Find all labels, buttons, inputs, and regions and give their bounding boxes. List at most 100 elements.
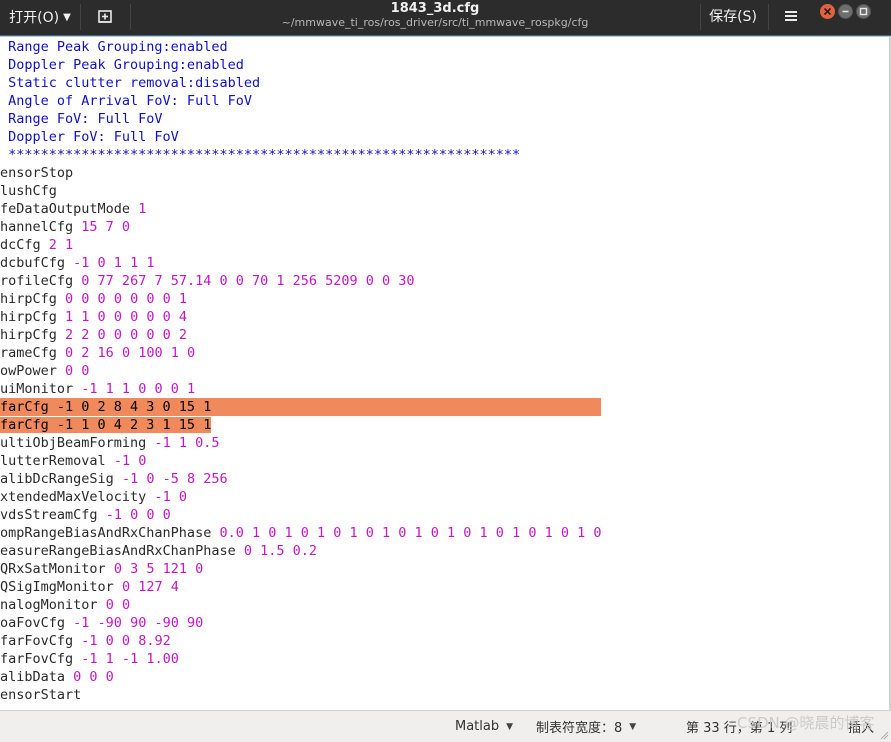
code-line: lushCfg xyxy=(0,182,601,200)
command-name: lutterRemoval xyxy=(0,453,106,469)
command-name: farFovCfg xyxy=(0,651,74,667)
command-name: easureRangeBiasAndRxChanPhase xyxy=(0,543,236,559)
maximize-button[interactable] xyxy=(856,4,871,19)
command-name: dcbufCfg xyxy=(0,255,66,271)
open-button-label: 打开(O) xyxy=(9,10,60,26)
code-line: alibDcRangeSig -1 0 -5 8 256 xyxy=(0,470,601,488)
command-name: dcCfg xyxy=(0,237,41,253)
command-args: 1 1 0 0 0 0 0 4 xyxy=(65,309,187,325)
command-name: hirpCfg xyxy=(0,291,57,307)
command-name: rofileCfg xyxy=(0,273,74,289)
code-line: QRxSatMonitor 0 3 5 121 0 xyxy=(0,560,601,578)
code-line: ensorStart xyxy=(0,686,601,704)
command-args: 0 3 5 121 0 xyxy=(113,561,204,577)
command-name: alibData xyxy=(0,669,66,685)
code-line: feDataOutputMode 1 xyxy=(0,200,601,218)
command-name: farFovCfg xyxy=(0,633,74,649)
command-args: -1 -90 90 -90 90 xyxy=(73,615,204,631)
code-line: rameCfg 0 2 16 0 100 1 0 xyxy=(0,344,601,362)
command-name: ompRangeBiasAndRxChanPhase xyxy=(0,525,212,541)
editor-lines: Doppler Detection Threshold (dB):15 Rang… xyxy=(0,37,602,704)
command-args: 0 0 xyxy=(65,363,90,379)
command-args: 1 xyxy=(138,201,147,217)
command-name: oaFovCfg xyxy=(0,615,66,631)
command-args: 15 7 0 xyxy=(81,219,131,235)
command-args: 0 0 0 xyxy=(73,669,114,685)
command-args: -1 0 xyxy=(113,453,147,469)
command-name: alibDcRangeSig xyxy=(0,471,114,487)
save-button[interactable]: 保存(S) xyxy=(701,0,765,32)
window-title: 1843_3d.cfg ~/mmwave_ti_ros/ros_driver/s… xyxy=(180,0,690,36)
resize-grip-icon[interactable] xyxy=(879,730,889,740)
comment-line: Angle of Arrival FoV: Full FoV xyxy=(0,93,252,109)
file-path: ~/mmwave_ti_ros/ros_driver/src/ti_mmwave… xyxy=(281,16,589,29)
command-name: feDataOutputMode xyxy=(0,201,131,217)
hamburger-menu-icon xyxy=(785,11,797,21)
maximize-icon xyxy=(859,7,868,16)
command-args: -1 1 0.5 xyxy=(154,435,220,451)
text-editor[interactable]: Doppler Detection Threshold (dB):15 Rang… xyxy=(0,37,889,710)
code-line: QSigImgMonitor 0 127 4 xyxy=(0,578,601,596)
command-args: 0 77 267 7 57.14 0 0 70 1 256 5209 0 0 3… xyxy=(81,273,415,289)
code-line: nalogMonitor 0 0 xyxy=(0,596,601,614)
command-name: nalogMonitor xyxy=(0,597,98,613)
command-name: rameCfg xyxy=(0,345,57,361)
minimize-icon xyxy=(842,10,849,13)
command-args: 0 2 16 0 100 1 0 xyxy=(65,345,196,361)
chevron-down-icon: ▼ xyxy=(63,11,71,23)
new-document-button[interactable] xyxy=(88,2,122,32)
comment-line: ****************************************… xyxy=(0,147,521,163)
open-button[interactable]: 打开(O) ▼ xyxy=(0,0,80,34)
tab-width-selector[interactable]: 制表符宽度：8 ▼ xyxy=(536,711,636,742)
comment-line: Doppler Peak Grouping:enabled xyxy=(0,57,244,73)
code-line: alibData 0 0 0 xyxy=(0,668,601,686)
command-args: 0 0 xyxy=(105,597,131,613)
chevron-down-icon: ▼ xyxy=(629,721,637,732)
code-line: hirpCfg 0 0 0 0 0 0 0 1 xyxy=(0,290,601,308)
command-args: 0 1.5 0.2 xyxy=(243,543,317,559)
code-line: oaFovCfg -1 -90 90 -90 90 xyxy=(0,614,601,632)
code-line: hirpCfg 2 2 0 0 0 0 0 2 xyxy=(0,326,601,344)
code-line: ensorStop xyxy=(0,164,601,182)
code-line: ompRangeBiasAndRxChanPhase 0.0 1 0 1 0 1… xyxy=(0,524,601,542)
new-document-icon xyxy=(98,10,112,23)
tab-width-label: 制表符宽度：8 xyxy=(536,721,623,736)
command-name: hannelCfg xyxy=(0,219,74,235)
command-name: QRxSatMonitor xyxy=(0,561,106,577)
command-args: -1 0 0 8.92 xyxy=(81,633,171,649)
command-name: uiMonitor xyxy=(0,381,74,397)
chevron-down-icon: ▼ xyxy=(506,721,514,732)
command-args: 0 127 4 xyxy=(121,579,179,595)
header-divider xyxy=(130,4,131,30)
selection-highlight: farCfg -1 1 0 4 2 3 1 15 1 xyxy=(0,417,212,433)
file-name: 1843_3d.cfg xyxy=(390,1,480,16)
command-args: -1 0 xyxy=(154,489,187,505)
command-name: ensorStop xyxy=(0,165,74,181)
command-args: 2 1 xyxy=(48,237,74,253)
code-line: uiMonitor -1 1 1 0 0 0 1 xyxy=(0,380,601,398)
command-name: QSigImgMonitor xyxy=(0,579,114,595)
command-name: owPower xyxy=(0,363,57,379)
code-line: dcCfg 2 1 xyxy=(0,236,601,254)
command-args: 0 0 0 0 0 0 0 1 xyxy=(65,291,187,307)
code-line: ultiObjBeamForming -1 1 0.5 xyxy=(0,434,601,452)
language-selector[interactable]: Matlab ▼ xyxy=(455,711,513,742)
code-line: dcbufCfg -1 0 1 1 1 xyxy=(0,254,601,272)
command-args: -1 1 -1 1.00 xyxy=(81,651,179,667)
command-args: -1 0 1 1 1 xyxy=(73,255,155,271)
command-name: ensorStart xyxy=(0,687,82,703)
header-divider xyxy=(768,4,769,30)
command-args: -1 0 -5 8 256 xyxy=(121,471,228,487)
code-line: xtendedMaxVelocity -1 0 xyxy=(0,488,601,506)
command-name: hirpCfg xyxy=(0,309,57,325)
selected-line: farCfg -1 0 2 8 4 3 0 15 1 xyxy=(0,398,602,416)
save-button-label: 保存(S) xyxy=(709,9,757,25)
watermark: CSDN @晓晨的博客 xyxy=(737,714,875,732)
header-bar: 打开(O) ▼ 1843_3d.cfg ~/mmwave_ti_ros/ros_… xyxy=(0,0,891,36)
close-button[interactable] xyxy=(820,4,835,19)
command-name: hirpCfg xyxy=(0,327,57,343)
hamburger-menu-button[interactable] xyxy=(776,2,806,30)
code-line: owPower 0 0 xyxy=(0,362,601,380)
minimize-button[interactable] xyxy=(838,4,853,19)
close-icon xyxy=(823,7,832,16)
